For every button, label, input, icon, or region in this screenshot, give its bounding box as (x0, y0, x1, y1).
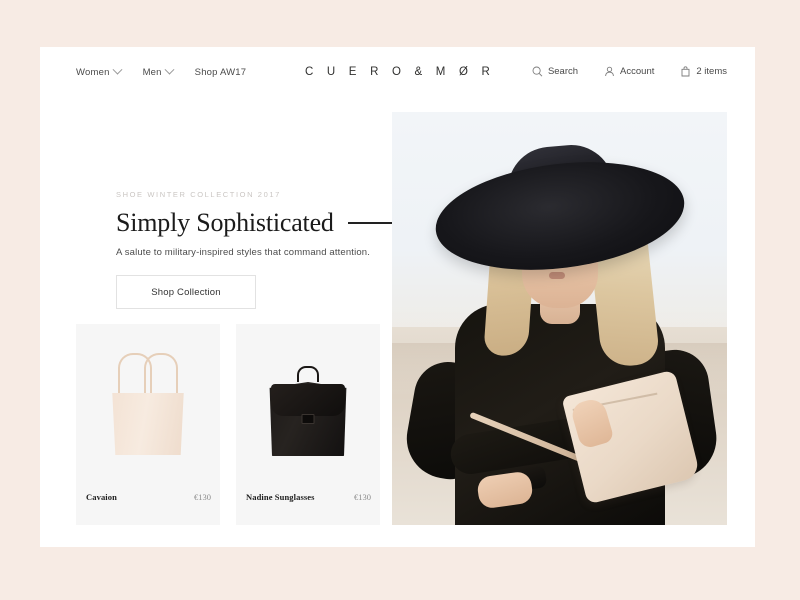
product-price: €130 (194, 492, 211, 502)
account-label: Account (620, 66, 655, 77)
backpack-flap (271, 384, 345, 416)
cart-button[interactable]: 2 items (680, 66, 727, 77)
hero-headline: Simply Sophisticated (116, 208, 334, 237)
cart-item-count-label: 2 items (696, 66, 727, 77)
page-card: Women Men Shop AW17 C U E R O & M Ø R Se… (40, 47, 755, 547)
product-card-nadine-sunglasses[interactable]: Nadine Sunglasses €130 (236, 324, 380, 525)
headline-divider (347, 221, 396, 224)
account-icon (604, 66, 615, 77)
search-label: Search (547, 66, 579, 77)
hero-headline-row: Simply Sophisticated (116, 209, 416, 236)
hero-eyebrow: SHOE WINTER COLLECTION 2017 (116, 190, 281, 199)
product-image-cream-tote (76, 324, 220, 487)
hero-text-block: SHOE WINTER COLLECTION 2017 Simply Sophi… (116, 190, 416, 258)
shopping-bag-icon (680, 66, 691, 77)
tote-handle-right (144, 353, 178, 399)
product-name: Nadine Sunglasses (246, 492, 315, 502)
account-button[interactable]: Account (604, 66, 654, 77)
product-list: Cavaion €130 Nadine Sunglasses €130 (76, 324, 380, 525)
product-meta: Nadine Sunglasses €130 (246, 492, 371, 502)
tote-body (112, 393, 184, 455)
model-lips (549, 272, 565, 279)
backpack-handle (297, 366, 319, 382)
product-name: Cavaion (86, 492, 117, 502)
shop-collection-button[interactable]: Shop Collection (116, 275, 256, 309)
hero-subtitle: A salute to military-inspired styles tha… (116, 247, 371, 259)
search-icon (532, 66, 543, 77)
search-button[interactable]: Search (532, 66, 578, 77)
product-card-cavaion[interactable]: Cavaion €130 (76, 324, 220, 525)
product-meta: Cavaion €130 (86, 492, 211, 502)
black-backpack-graphic (268, 366, 348, 456)
utility-navigation: Search Account 2 items (532, 66, 727, 77)
hero-photo[interactable] (392, 112, 727, 525)
product-image-black-backpack (236, 324, 380, 487)
site-header: Women Men Shop AW17 C U E R O & M Ø R Se… (40, 47, 755, 105)
product-price: €130 (354, 492, 371, 502)
cream-tote-bag-graphic (110, 353, 186, 455)
backpack-clasp (301, 414, 315, 424)
